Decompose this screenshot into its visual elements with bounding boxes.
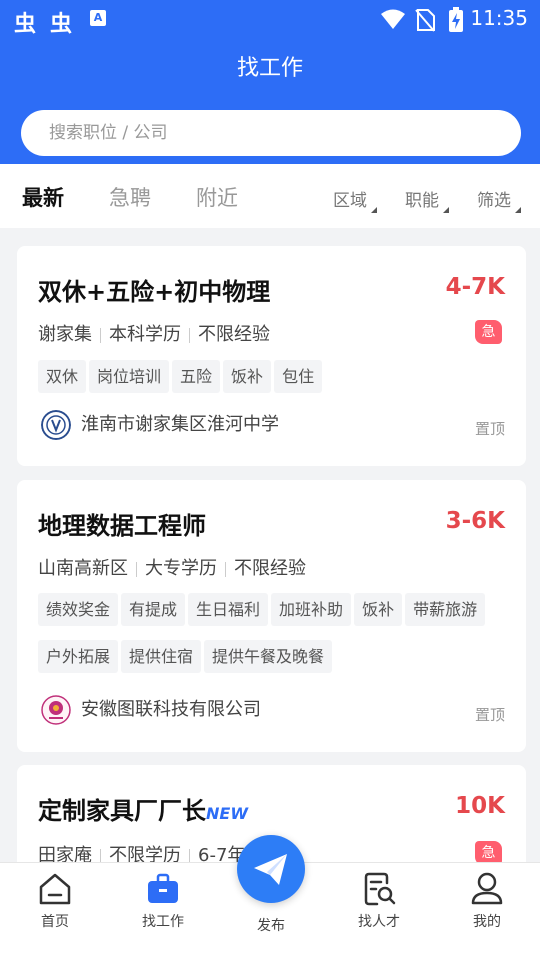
job-tag: 生日福利: [188, 593, 269, 626]
job-meta: 山南高新区 大专学历 不限经验: [38, 554, 306, 580]
wifi-icon: [381, 9, 405, 29]
job-tag: 提供住宿: [121, 640, 202, 673]
nav-post-label-wrap[interactable]: 发布: [226, 915, 316, 935]
job-location: 山南高新区: [38, 558, 128, 579]
job-experience: 不限经验: [198, 324, 270, 345]
filter-screen[interactable]: 筛选: [477, 186, 521, 213]
status-bar: 虫 虫 A 11:35: [0, 0, 540, 40]
job-tag: 五险: [172, 360, 221, 393]
battery-charging-icon: [449, 7, 463, 32]
job-card[interactable]: 双休+五险+初中物理 4-7K 谢家集 本科学历 不限经验 急 双休 岗位培训 五险 饭补…: [17, 246, 526, 466]
job-education: 本科学历: [109, 324, 181, 345]
job-tags: 绩效奖金 有提成 生日福利 加班补助 饭补 带薪旅游户外拓展 提供住宿 提供午餐及晚餐: [38, 593, 508, 689]
job-title: 定制家具厂厂长NEW: [38, 791, 248, 826]
no-sim-icon: [415, 9, 435, 32]
nav-talent-label: 找人才: [358, 914, 400, 930]
tab-urgent[interactable]: 急聘: [109, 182, 151, 212]
pinned-label: 置顶: [474, 706, 505, 724]
filter-function[interactable]: 职能: [405, 186, 449, 213]
talent-search-icon: [364, 872, 396, 906]
job-tag: 有提成: [121, 593, 186, 626]
company-name: 淮南市谢家集区淮河中学: [81, 414, 279, 435]
filter-bar: 最新 急聘 附近 区域 职能 筛选: [0, 164, 540, 228]
bug-notification-icon: 虫: [14, 12, 37, 37]
job-location: 谢家集: [38, 324, 92, 345]
nav-home[interactable]: 首页: [10, 871, 100, 931]
search-input[interactable]: 搜索职位 / 公司: [21, 110, 521, 156]
job-tag: 提供午餐及晚餐: [204, 640, 333, 673]
job-tag: 双休: [38, 360, 87, 393]
job-salary: 3-6K: [445, 508, 505, 534]
user-icon: [471, 872, 503, 905]
urgent-badge: 急: [475, 320, 502, 344]
job-education: 大专学历: [145, 558, 217, 579]
school-logo-icon: [41, 410, 71, 440]
filter-function-label: 职能: [405, 191, 439, 211]
job-tag: 包住: [274, 360, 323, 393]
nav-home-label: 首页: [41, 914, 69, 930]
clock: 11:35: [470, 6, 528, 30]
filter-screen-label: 筛选: [477, 191, 511, 211]
new-badge: NEW: [206, 804, 248, 823]
nav-post-label: 发布: [257, 918, 285, 934]
nav-jobs[interactable]: 找工作: [118, 871, 208, 931]
briefcase-icon: [148, 873, 178, 903]
job-tag: 饭补: [354, 593, 403, 626]
nav-jobs-label: 找工作: [142, 914, 184, 930]
home-icon: [39, 873, 71, 905]
job-tag: 带薪旅游: [405, 593, 486, 626]
job-tags: 双休 岗位培训 五险 饭补 包住: [38, 360, 508, 407]
paper-plane-icon: [254, 854, 287, 885]
job-title: 地理数据工程师: [38, 512, 206, 540]
job-experience: 不限经验: [234, 558, 306, 579]
job-title: 双休+五险+初中物理: [38, 278, 271, 306]
filter-area[interactable]: 区域: [333, 186, 377, 213]
company-row: 安徽图联科技有限公司: [41, 695, 261, 725]
company-logo-icon: [41, 695, 71, 725]
nav-talent[interactable]: 找人才: [334, 871, 424, 931]
nav-mine-label: 我的: [473, 914, 501, 930]
job-salary: 4-7K: [445, 274, 505, 300]
job-tag: 户外拓展: [38, 640, 119, 673]
dropdown-triangle-icon: [443, 207, 449, 213]
a-notification-icon: A: [90, 10, 106, 26]
company-name: 安徽图联科技有限公司: [81, 699, 261, 720]
dropdown-triangle-icon: [515, 207, 521, 213]
filter-area-label: 区域: [333, 191, 367, 211]
dropdown-triangle-icon: [371, 207, 377, 213]
nav-mine[interactable]: 我的: [442, 871, 532, 931]
company-row: 淮南市谢家集区淮河中学: [41, 410, 279, 440]
tab-nearby[interactable]: 附近: [196, 182, 238, 212]
post-button[interactable]: [237, 835, 305, 903]
top-header: 虫 虫 A 11:35 找工作 搜索职位 / 公司: [0, 0, 540, 164]
job-tag: 饭补: [223, 360, 272, 393]
job-salary: 10K: [455, 793, 505, 819]
job-title-text: 定制家具厂厂长: [38, 797, 206, 825]
job-meta: 谢家集 本科学历 不限经验: [38, 320, 270, 346]
job-tag: 岗位培训: [89, 360, 170, 393]
job-tag: 绩效奖金: [38, 593, 119, 626]
bug-notification-icon: 虫: [50, 12, 73, 37]
tab-latest[interactable]: 最新: [22, 182, 64, 212]
job-tag: 加班补助: [271, 593, 352, 626]
job-card[interactable]: 地理数据工程师 3-6K 山南高新区 大专学历 不限经验 绩效奖金 有提成 生日福利 加班…: [17, 480, 526, 752]
page-title: 找工作: [236, 56, 303, 81]
pinned-label: 置顶: [474, 420, 505, 438]
